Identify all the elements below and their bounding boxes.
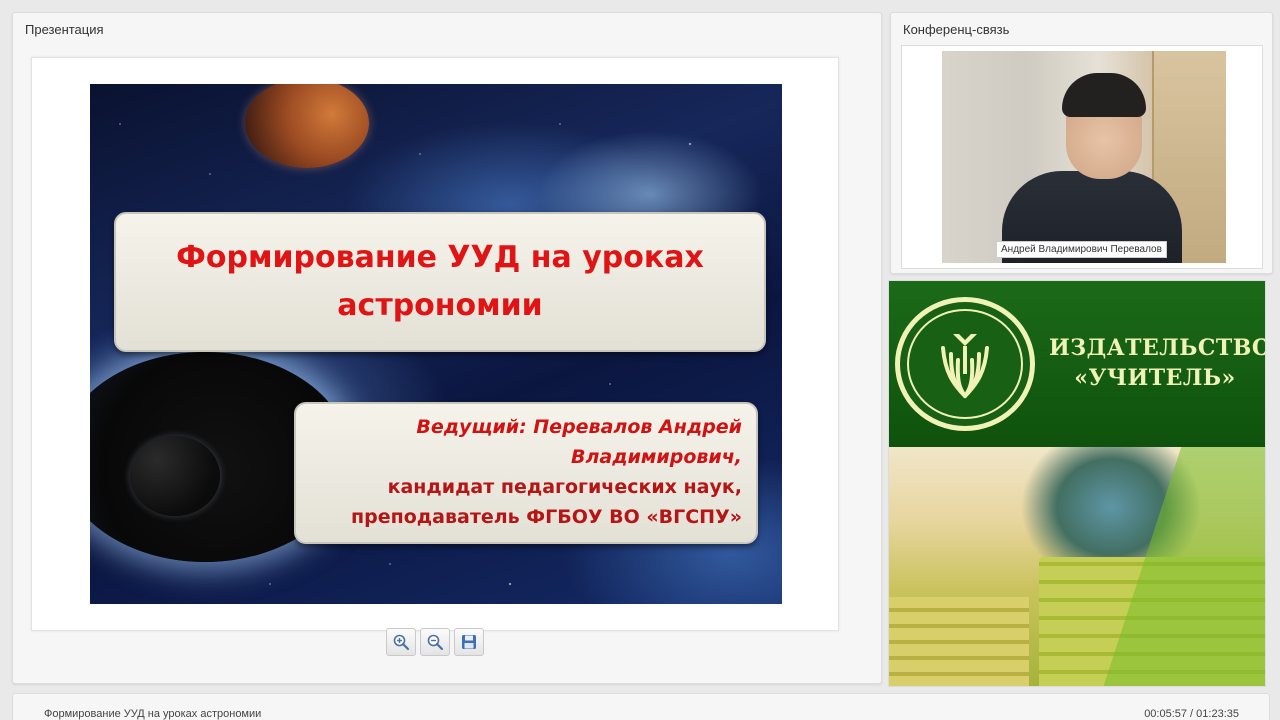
publisher-name: ИЗДАТЕЛЬСТВО «УЧИТЕЛЬ» [1049,333,1266,393]
slide-title-box: Формирование УУД на уроках астрономии [114,212,766,352]
presentation-panel: Презентация Формирование УУД на уроках а… [12,12,882,684]
save-icon [462,635,476,649]
conference-panel: Конференц-связь Андрей Владимирович Пере… [890,12,1273,274]
slide-author-box: Ведущий: Перевалов Андрей Владимирович, … [294,402,758,544]
book-logo-icon [941,334,989,398]
author-line: преподаватель ФГБОУ ВО «ВГСПУ» [351,506,742,528]
zoom-out-button[interactable] [420,628,450,656]
participant-name-label: Андрей Владимирович Перевалов [996,241,1167,258]
webinar-title: Формирование УУД на уроках астрономии [44,708,262,720]
video-frame: Андрей Владимирович Перевалов [901,45,1263,269]
playback-time: 00:05:57 / 01:23:35 [1144,708,1239,720]
publisher-logo [895,297,1035,431]
publisher-name-line: «УЧИТЕЛЬ» [1074,365,1236,391]
publisher-banner[interactable]: ИЗДАТЕЛЬСТВО «УЧИТЕЛЬ» [888,280,1266,687]
banner-photo [889,447,1265,686]
author-line: Ведущий: Перевалов Андрей [416,416,742,438]
banner-header: ИЗДАТЕЛЬСТВО «УЧИТЕЛЬ» [889,281,1266,447]
slide-toolbar [386,628,484,656]
save-button[interactable] [454,628,484,656]
publisher-name-line: ИЗДАТЕЛЬСТВО [1049,335,1266,361]
author-line: кандидат педагогических наук, [387,476,742,498]
slide: Формирование УУД на уроках астрономии Ве… [90,84,782,604]
author-line: Владимирович, [571,446,742,468]
bottom-status-bar: Формирование УУД на уроках астрономии 00… [12,693,1270,720]
conference-panel-title: Конференц-связь [903,22,1010,37]
slide-title: Формирование УУД на уроках астрономии [176,240,704,323]
participant-video[interactable]: Андрей Владимирович Перевалов [942,51,1226,263]
zoom-out-icon [427,634,444,651]
zoom-in-button[interactable] [386,628,416,656]
presentation-panel-title: Презентация [25,22,104,37]
moon-image [130,436,220,516]
participant-hair [1062,73,1146,117]
books-stack [889,597,1029,686]
zoom-in-icon [393,634,410,651]
slide-frame: Формирование УУД на уроках астрономии Ве… [31,57,839,631]
